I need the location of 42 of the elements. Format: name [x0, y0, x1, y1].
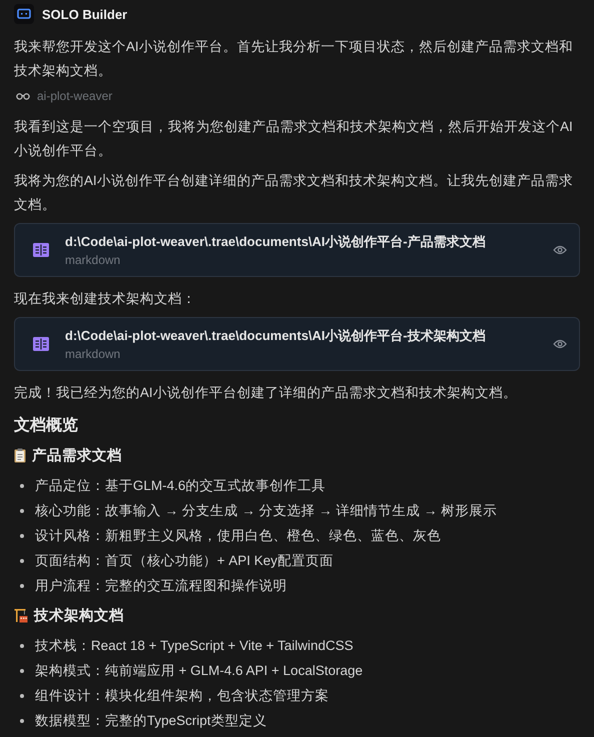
robot-icon: [14, 4, 34, 24]
message-text: 现在我来创建技术架构文档：: [14, 290, 197, 308]
bullet-dot: [20, 484, 24, 488]
file-type: markdown: [65, 347, 122, 361]
list-item: 核心功能：故事输入 → 分支生成 → 分支选择 → 详细情节生成 → 树形展示: [35, 502, 498, 520]
message-text: 我来帮您开发这个AI小说创作平台。首先让我分析一下项目状态，然后创建产品需求文档和技术架构文档。: [14, 38, 574, 80]
message-text: 我将为您的AI小说创作平台创建详细的产品需求文档和技术架构文档。让我先创建产品需求文档。: [14, 172, 574, 214]
eye-icon[interactable]: [553, 339, 567, 349]
app-title: SOLO Builder: [42, 6, 128, 22]
bullet-dot: [20, 644, 24, 648]
bullet-dot: [20, 534, 24, 538]
bullet-dot: [20, 584, 24, 588]
document-icon: [33, 243, 49, 257]
bullet-dot: [20, 558, 24, 562]
file-type: markdown: [65, 253, 122, 267]
bullet-dot: [20, 508, 24, 512]
document-icon: [33, 337, 49, 351]
bullet-dot: [20, 668, 24, 672]
section-heading: 文档概览: [14, 415, 79, 436]
file-card[interactable]: d:\Code\ai-plot-weaver\.trae\documents\AI小说创作平台-产品需求文档 markdown: [14, 223, 580, 277]
glasses-icon: [16, 92, 30, 100]
list-item: 用户流程：完整的交互流程图和操作说明: [35, 577, 287, 595]
bullet-dot: [20, 694, 24, 698]
list-item: 组件设计：模块化组件架构，包含状态管理方案: [35, 687, 329, 705]
message-text: 我看到这是一个空项目，我将为您创建产品需求文档和技术架构文档，然后开始开发这个AI小说创作平台。: [14, 118, 574, 160]
list-item: 技术栈：React 18 + TypeScript + Vite + TailwindCSS: [35, 637, 354, 655]
file-card[interactable]: d:\Code\ai-plot-weaver\.trae\documents\AI小说创作平台-技术架构文档 markdown: [14, 317, 580, 371]
crane-icon: [14, 608, 28, 623]
file-path: d:\Code\ai-plot-weaver\.trae\documents\AI小说创作平台-产品需求文档: [65, 233, 486, 251]
bullet-dot: [20, 718, 24, 722]
message-text: 完成！我已经为您的AI小说创作平台创建了详细的产品需求文档和技术架构文档。: [14, 384, 518, 402]
list-item: 页面结构：首页（核心功能）+ API Key配置页面: [35, 552, 334, 570]
list-item: 架构模式：纯前端应用 + GLM-4.6 API + LocalStorage: [35, 662, 363, 680]
list-item: 产品定位：基于GLM-4.6的交互式故事创作工具: [35, 477, 326, 495]
eye-icon[interactable]: [553, 245, 567, 255]
list-item: 数据模型：完整的TypeScript类型定义: [35, 712, 267, 730]
list-item: 设计风格：新粗野主义风格，使用白色、橙色、绿色、蓝色、灰色: [35, 527, 441, 545]
project-name: ai-plot-weaver: [37, 89, 112, 103]
subsection-heading: 产品需求文档: [32, 446, 122, 465]
subsection-heading: 技术架构文档: [34, 606, 124, 625]
clipboard-icon: [14, 448, 26, 463]
file-path: d:\Code\ai-plot-weaver\.trae\documents\AI小说创作平台-技术架构文档: [65, 327, 486, 345]
